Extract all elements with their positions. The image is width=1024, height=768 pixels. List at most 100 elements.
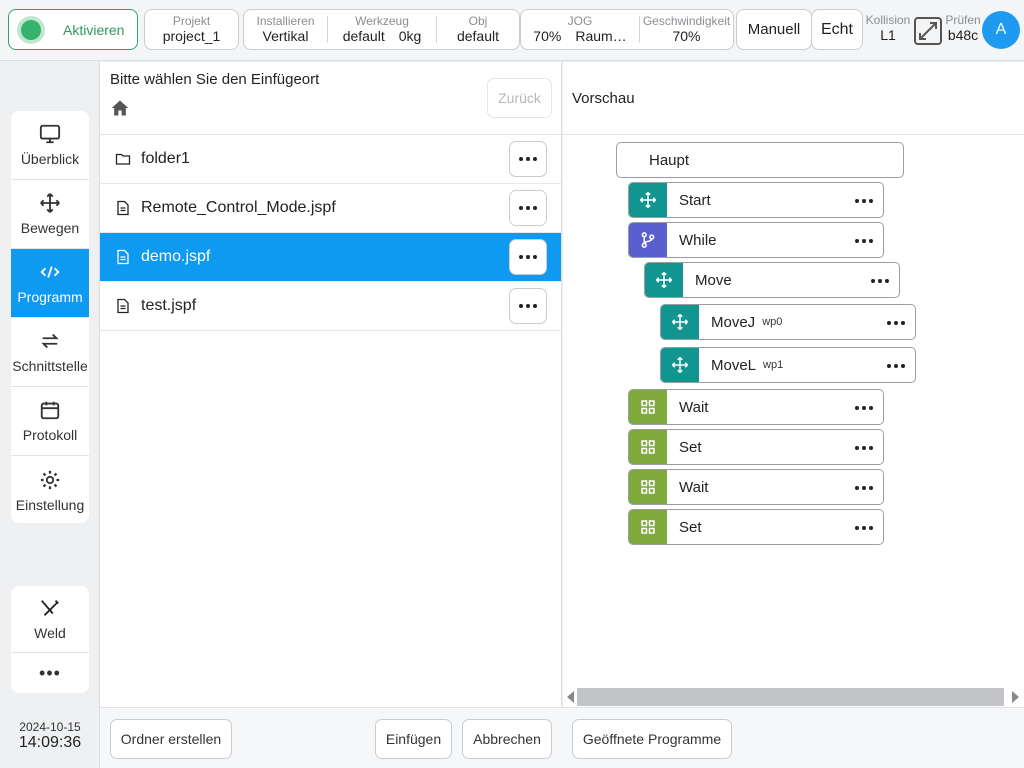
- file-options-button[interactable]: [509, 288, 547, 324]
- tree-node[interactable]: Start: [628, 182, 884, 218]
- file-row[interactable]: test.jspf: [100, 282, 561, 331]
- nav-item-weld[interactable]: Weld: [11, 586, 89, 653]
- more-plugins-button[interactable]: •••: [11, 653, 89, 693]
- node-more-icon[interactable]: [855, 406, 873, 410]
- preview-panel: Vorschau Haupt Start While Move MoveJ wp0 Mov…: [563, 62, 1024, 768]
- file-browser-panel: Bitte wählen Sie den Einfügeort Zurück f…: [99, 62, 563, 768]
- node-label: While: [679, 231, 717, 249]
- node-label: Move: [695, 271, 732, 289]
- nav-item-move[interactable]: Bewegen: [11, 180, 89, 249]
- more-icon: [519, 255, 537, 259]
- tree-root-node[interactable]: Haupt: [616, 142, 904, 178]
- file-icon: [117, 249, 129, 265]
- file-name: demo.jspf: [141, 248, 211, 265]
- installation-group[interactable]: Installieren Vertikal Werkzeug default 0…: [243, 9, 520, 50]
- node-more-icon[interactable]: [855, 239, 873, 243]
- main-navigation: Überblick Bewegen Programm Schnittstelle…: [11, 111, 89, 523]
- create-folder-button[interactable]: Ordner erstellen: [110, 719, 232, 759]
- node-icon-box: [629, 430, 667, 464]
- node-more-icon[interactable]: [855, 199, 873, 203]
- node-icon-box: [661, 305, 699, 339]
- manual-mode-button[interactable]: Manuell: [736, 9, 812, 50]
- tree-node[interactable]: While: [628, 222, 884, 258]
- node-label: Wait: [679, 478, 709, 496]
- tree-node[interactable]: MoveJ wp0: [660, 304, 916, 340]
- speed-label: Geschwindigkeit: [642, 13, 731, 28]
- node-more-icon[interactable]: [887, 321, 905, 325]
- gear-icon: [40, 470, 60, 489]
- home-icon[interactable]: [110, 98, 130, 118]
- calendar-icon: [40, 401, 60, 420]
- nav-item-log[interactable]: Protokoll: [11, 387, 89, 456]
- status-led-icon: [21, 19, 41, 40]
- tree-node[interactable]: Wait: [628, 469, 884, 505]
- scroll-thumb[interactable]: [577, 688, 1004, 706]
- jog-speed-group[interactable]: JOG 70% Raum… Geschwindigkeit 70%: [520, 9, 734, 50]
- file-row[interactable]: demo.jspf: [100, 233, 561, 282]
- nav-item-overview[interactable]: Überblick: [11, 111, 89, 180]
- swap-icon: [41, 333, 59, 349]
- preview-header: Vorschau: [563, 62, 1024, 135]
- opened-programs-button[interactable]: Geöffnete Programme: [572, 719, 732, 759]
- file-options-button[interactable]: [509, 239, 547, 275]
- move-icon: [671, 356, 689, 374]
- project-selector[interactable]: Projekt project_1: [144, 9, 239, 50]
- preview-footer: Geöffnete Programme: [563, 707, 1024, 768]
- nav-label-interface: Schnittstelle: [12, 358, 88, 374]
- collision-label: Kollision: [865, 13, 911, 27]
- file-icon: [117, 200, 129, 216]
- file-row[interactable]: folder1: [100, 135, 561, 184]
- nav-item-interface[interactable]: Schnittstelle: [11, 318, 89, 387]
- more-icon: [519, 157, 537, 161]
- scroll-right-icon[interactable]: [1011, 690, 1021, 704]
- jog-label: JOG: [567, 13, 593, 28]
- tree-node[interactable]: MoveL wp1: [660, 347, 916, 383]
- nav-label-overview: Überblick: [20, 151, 80, 167]
- nav-label-move: Bewegen: [20, 220, 80, 236]
- node-more-icon[interactable]: [855, 526, 873, 530]
- horizontal-scrollbar[interactable]: [563, 686, 1024, 707]
- file-options-button[interactable]: [509, 141, 547, 177]
- node-label: MoveJ: [711, 313, 756, 331]
- cancel-button[interactable]: Abbrechen: [462, 719, 552, 759]
- jog-percent: 70%: [533, 27, 562, 44]
- nav-item-settings[interactable]: Einstellung: [11, 456, 89, 523]
- node-more-icon[interactable]: [871, 279, 889, 283]
- file-browser-header: Bitte wählen Sie den Einfügeort Zurück: [100, 62, 561, 135]
- tool-name: default: [342, 27, 385, 44]
- tree-node[interactable]: Move: [644, 262, 900, 298]
- real-mode-button[interactable]: Echt: [811, 9, 863, 50]
- back-button[interactable]: Zurück: [487, 78, 552, 118]
- weld-torch-icon: [41, 600, 59, 616]
- move-icon: [655, 271, 673, 289]
- file-name: folder1: [141, 150, 190, 167]
- date-label: 2024-10-15: [19, 720, 81, 734]
- time-label: 14:09:36: [18, 734, 82, 751]
- file-row[interactable]: Remote_Control_Mode.jspf: [100, 184, 561, 233]
- root-label: Haupt: [649, 151, 690, 169]
- more-icon: [519, 206, 537, 210]
- collision-level[interactable]: Kollision L1: [864, 14, 912, 44]
- move-icon: [639, 191, 657, 209]
- check-value: b48c: [947, 27, 979, 43]
- checksum[interactable]: Prüfen b48c: [944, 14, 982, 44]
- move-icon: [671, 313, 689, 331]
- user-avatar[interactable]: A: [982, 11, 1020, 49]
- tree-node[interactable]: Wait: [628, 389, 884, 425]
- nav-item-program[interactable]: Programm: [11, 249, 89, 318]
- node-more-icon[interactable]: [855, 446, 873, 450]
- install-value: Vertikal: [262, 27, 309, 44]
- collision-value: L1: [880, 27, 896, 43]
- tree-node[interactable]: Set: [628, 509, 884, 545]
- activate-button[interactable]: Aktivieren: [8, 9, 138, 50]
- tool-label: Werkzeug: [355, 13, 409, 28]
- fullscreen-icon[interactable]: [913, 16, 943, 46]
- check-label: Prüfen: [945, 13, 981, 27]
- scroll-left-icon[interactable]: [565, 690, 575, 704]
- node-more-icon[interactable]: [887, 364, 905, 368]
- tree-node[interactable]: Set: [628, 429, 884, 465]
- insert-button[interactable]: Einfügen: [375, 719, 452, 759]
- nav-label-log: Protokoll: [22, 427, 78, 443]
- node-more-icon[interactable]: [855, 486, 873, 490]
- file-options-button[interactable]: [509, 190, 547, 226]
